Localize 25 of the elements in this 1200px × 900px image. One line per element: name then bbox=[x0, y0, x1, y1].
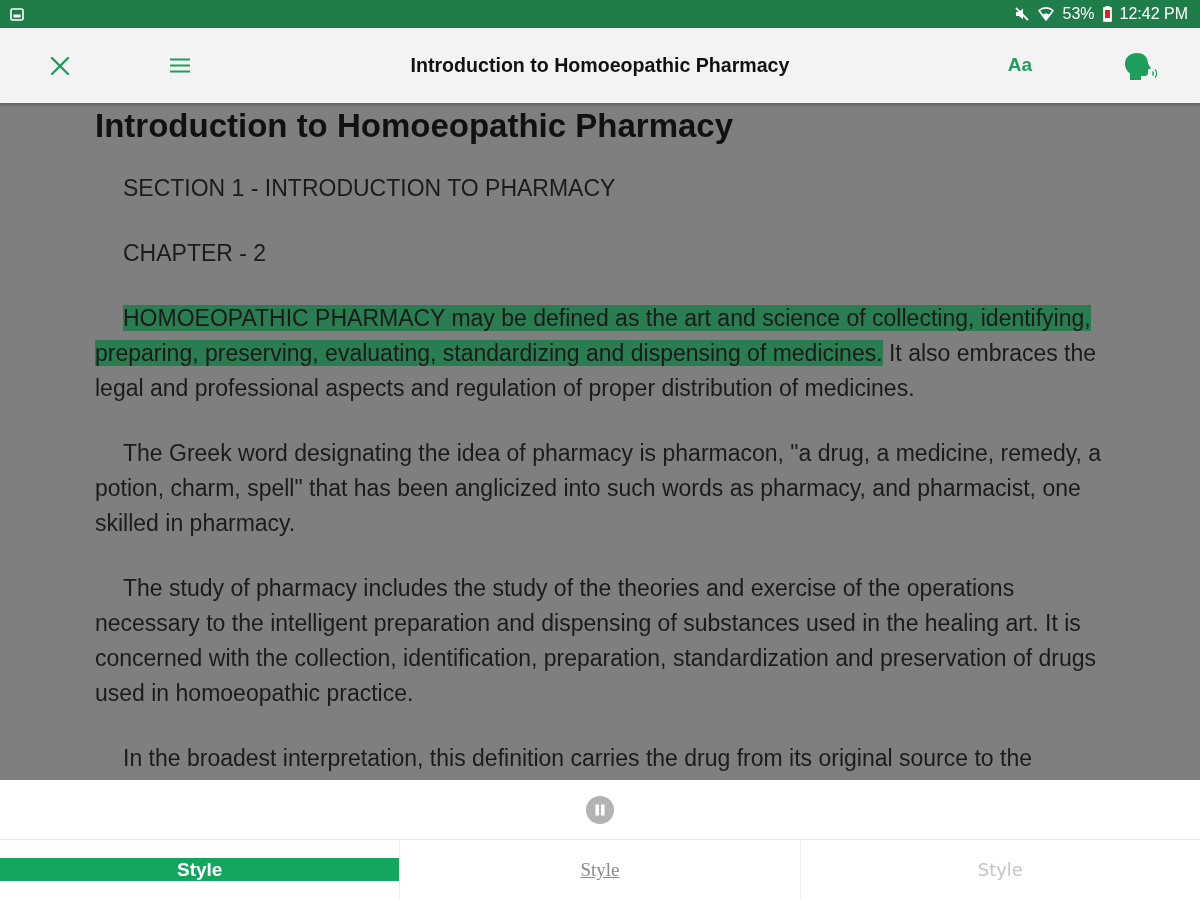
close-button[interactable] bbox=[50, 55, 70, 76]
paragraph-text: HOMOEOPATHIC PHARMACY may be defined as the art and science of collecting, identifying, preparing, preserving, evaluating, standardizing and dispensing of medicines. It also embraces the legal and professional aspects and regulation of proper distribution of medicines. bbox=[95, 304, 1098, 403]
mute-icon bbox=[1014, 6, 1031, 22]
style-tab[interactable]: Style bbox=[400, 858, 800, 881]
menu-button[interactable] bbox=[170, 58, 190, 73]
battery-percent: 53% bbox=[1062, 4, 1095, 24]
style-tab[interactable]: Style bbox=[0, 858, 400, 881]
read-aloud-button[interactable] bbox=[1122, 51, 1158, 80]
paragraph-text: The Greek word designating the idea of pharmacy is pharmacon, "a drug, a medicine, remedy, a potion, charm, spell" that has been anglicized into such words as pharmacy, and pharmacist, one skilled in pharmacy. bbox=[95, 439, 1103, 538]
pause-icon[interactable] bbox=[586, 795, 614, 824]
app-title: Introduction to Homoeopathic Pharmacy bbox=[410, 53, 790, 76]
paragraph-text: The study of pharmacy includes the study of the theories and exercise of the operations necessary to the intelligent preparation and dispensing of substances used in the healing art. It is concerned with the collection, identification, preparation, standardization and preservation of drugs used in homoeopathic practice. bbox=[95, 574, 1098, 708]
paragraph-text: SECTION 1 - INTRODUCTION TO PHARMACY bbox=[122, 174, 617, 203]
menu-icon bbox=[170, 58, 190, 73]
font-settings-button[interactable]: Aa bbox=[1005, 54, 1035, 77]
paragraph-text: CHAPTER - 2 bbox=[122, 239, 268, 268]
style-tab[interactable]: Style bbox=[800, 858, 1200, 881]
paragraph-text: In the broadest interpretation, this definition carries the drug from its original source to the bbox=[122, 744, 1033, 773]
wifi-icon bbox=[1038, 6, 1055, 22]
battery-icon bbox=[1102, 6, 1112, 22]
speaking-head-icon bbox=[1122, 51, 1158, 80]
screen-icon bbox=[10, 7, 24, 21]
close-icon bbox=[50, 55, 70, 76]
document-heading: Introduction to Homoeopathic Pharmacy bbox=[95, 107, 735, 145]
clock-time: 12:42 PM bbox=[1119, 4, 1188, 24]
